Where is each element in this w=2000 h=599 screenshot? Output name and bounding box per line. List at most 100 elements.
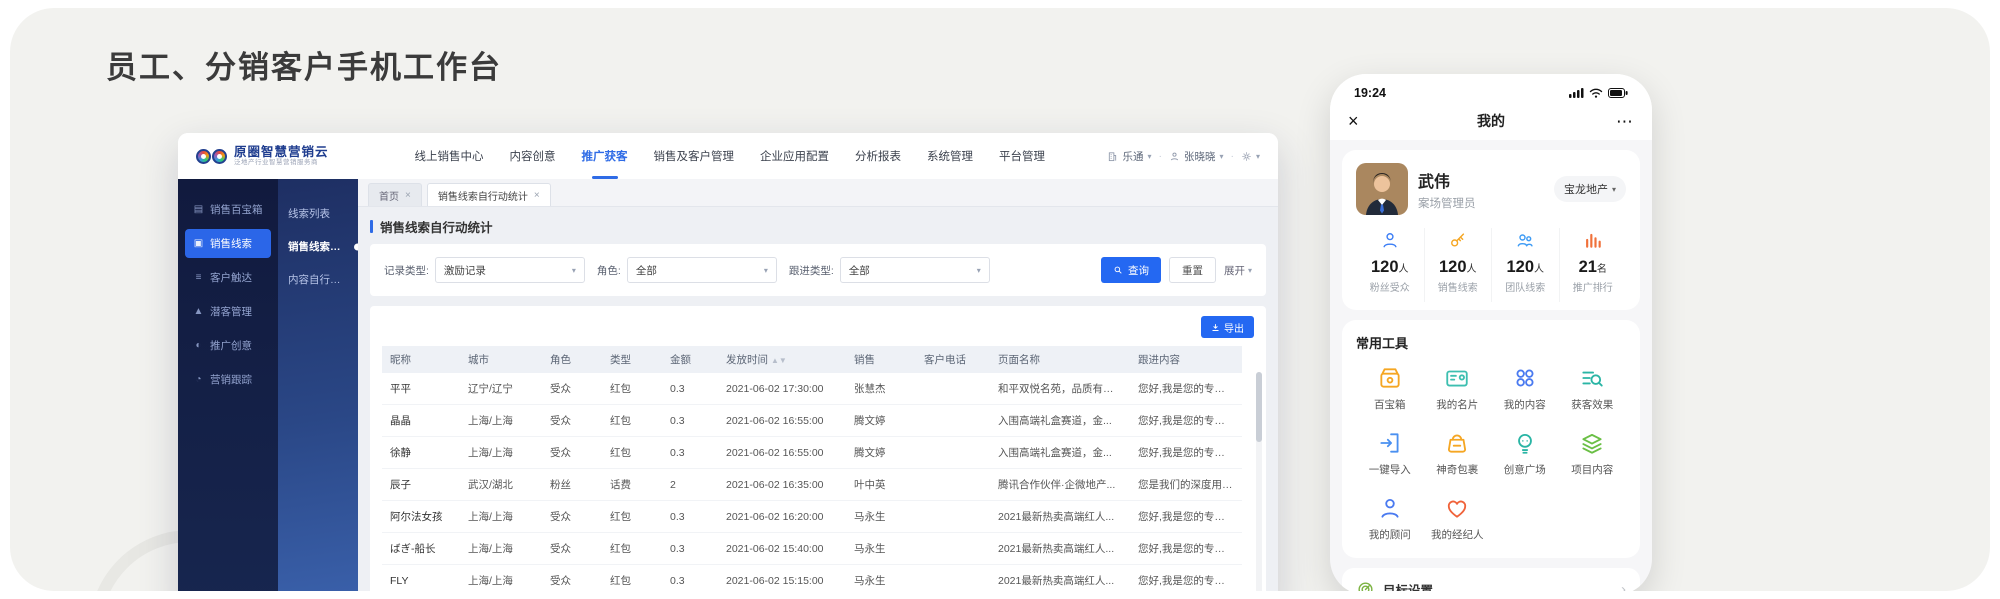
column-header[interactable]: 客户电话 <box>916 346 990 373</box>
table-row[interactable]: 徐静上海/上海受众红包0.32021-06-02 16:55:00腾文婷入围高端… <box>382 437 1242 469</box>
main-menu-item[interactable]: 销售及客户管理 <box>654 148 735 164</box>
more-menu-icon[interactable]: ⋯ <box>1616 113 1634 130</box>
sidebar-item[interactable]: ◐推广创意 <box>185 331 271 360</box>
goal-setting-row[interactable]: 目标设置 › <box>1342 568 1640 591</box>
column-header[interactable]: 金额 <box>662 346 718 373</box>
main-menu-item[interactable]: 平台管理 <box>999 148 1045 164</box>
table-row[interactable]: 阿尔法女孩上海/上海受众红包0.32021-06-02 16:20:00马永生2… <box>382 501 1242 533</box>
sidebar-item[interactable]: ▲潜客管理 <box>185 297 271 326</box>
stat-unit: 名 <box>1597 264 1607 275</box>
table-scrollbar[interactable] <box>1256 372 1262 591</box>
column-header[interactable]: 跟进内容 <box>1130 346 1242 373</box>
scrollbar-thumb[interactable] <box>1256 372 1262 442</box>
company-switcher[interactable]: 乐通▾ <box>1107 149 1151 164</box>
column-header[interactable]: 销售 <box>846 346 916 373</box>
table-row[interactable]: 辰子武汉/湖北粉丝话费22021-06-02 16:35:00叶中英腾讯合作伙伴… <box>382 469 1242 501</box>
main-menu-item[interactable]: 线上销售中心 <box>415 148 484 164</box>
column-header[interactable]: 发放时间▲▼ <box>718 346 846 373</box>
table-cell: 粉丝 <box>542 469 602 501</box>
sidebar-item-label: 销售线索 <box>210 236 252 251</box>
tool-item[interactable]: 我的经纪人 <box>1424 495 1492 542</box>
tab-label: 销售线索自行动统计 <box>438 188 528 203</box>
table-cell: 受众 <box>542 565 602 592</box>
main-menu-item[interactable]: 企业应用配置 <box>760 148 829 164</box>
settings-menu[interactable]: ▾ <box>1241 151 1260 162</box>
column-header[interactable]: 角色 <box>542 346 602 373</box>
filter-select[interactable]: 全部▾ <box>840 257 990 283</box>
main-menu-item[interactable]: 内容创意 <box>510 148 556 164</box>
table-cell <box>916 533 990 565</box>
tool-item[interactable]: 百宝箱 <box>1356 365 1424 412</box>
submenu-item[interactable]: 线索列表 <box>278 197 358 230</box>
sidebar-primary: ▤销售百宝箱 ▣销售线索 ≡客户触达 ▲潜客管理 ◐推广创意 ◔营销跟踪 <box>178 179 278 591</box>
open-tab[interactable]: 首页× <box>368 183 422 206</box>
org-selector[interactable]: 宝龙地产▾ <box>1554 176 1626 202</box>
export-button[interactable]: 导出 <box>1201 316 1254 338</box>
column-header[interactable]: 昵称 <box>382 346 460 373</box>
stat-label: 销售线索 <box>1425 279 1492 294</box>
building-icon <box>1107 151 1118 162</box>
stat-item[interactable]: 120人销售线索 <box>1424 228 1492 302</box>
tool-item[interactable]: 项目内容 <box>1559 430 1627 477</box>
stat-item[interactable]: 120人粉丝受众 <box>1356 228 1424 302</box>
stat-item[interactable]: 120人团队线索 <box>1491 228 1559 302</box>
table-cell: 马永生 <box>846 533 916 565</box>
tool-item[interactable]: 我的内容 <box>1491 365 1559 412</box>
main-menu-item[interactable]: 系统管理 <box>927 148 973 164</box>
table-row[interactable]: 平平辽宁/辽宁受众红包0.32021-06-02 17:30:00张慧杰和平双悦… <box>382 373 1242 405</box>
sidebar-item-label: 客户触达 <box>210 270 252 285</box>
table-row[interactable]: 晶晶上海/上海受众红包0.32021-06-02 16:55:00腾文婷入围高端… <box>382 405 1242 437</box>
sidebar-item[interactable]: ◔营销跟踪 <box>185 365 271 394</box>
group-icon <box>1515 230 1535 250</box>
tool-item[interactable]: 我的顾问 <box>1356 495 1424 542</box>
table-cell: 受众 <box>542 533 602 565</box>
filter-select[interactable]: 全部▾ <box>627 257 777 283</box>
sidebar-item[interactable]: ▣销售线索 <box>185 229 271 258</box>
chevron-right-icon: › <box>1621 581 1626 591</box>
sidebar-item-label: 推广创意 <box>210 338 252 353</box>
sort-icon[interactable]: ▲▼ <box>771 356 787 365</box>
tool-item[interactable]: 一键导入 <box>1356 430 1424 477</box>
tool-label: 一键导入 <box>1369 462 1411 477</box>
tool-item[interactable]: 我的名片 <box>1424 365 1492 412</box>
tab-close-icon[interactable]: × <box>405 190 411 201</box>
sidebar-item[interactable]: ▤销售百宝箱 <box>185 195 271 224</box>
open-tabs-bar: 首页× 销售线索自行动统计 × <box>358 179 1278 207</box>
filter-value: 全部 <box>636 263 657 278</box>
tab-close-icon[interactable]: × <box>534 190 540 201</box>
table-cell: 上海/上海 <box>460 533 542 565</box>
download-icon <box>1211 323 1220 332</box>
table-row[interactable]: FLY上海/上海受众红包0.32021-06-02 15:15:00马永生202… <box>382 565 1242 592</box>
sidebar-item[interactable]: ≡客户触达 <box>185 263 271 292</box>
tool-item[interactable]: 创意广场 <box>1491 430 1559 477</box>
reset-button[interactable]: 重置 <box>1169 257 1216 283</box>
table-cell: 红包 <box>602 533 662 565</box>
submenu-item[interactable]: 销售线索自... <box>278 230 358 263</box>
main-menu-item[interactable]: 分析报表 <box>855 148 901 164</box>
column-header[interactable]: 类型 <box>602 346 662 373</box>
table-cell: 您是我们的深度用户，为了感谢您... <box>1130 469 1242 501</box>
main-menu-item[interactable]: 推广获客 <box>582 148 628 164</box>
table-cell: 您好,我是您的专属顾问张慧杰,有... <box>1130 373 1242 405</box>
tool-label: 获客效果 <box>1571 397 1613 412</box>
person-icon <box>1169 151 1180 162</box>
filter-select[interactable]: 激励记录▾ <box>435 257 585 283</box>
tool-item[interactable]: 神奇包裹 <box>1424 430 1492 477</box>
close-icon[interactable]: × <box>1348 112 1359 130</box>
table-cell: 红包 <box>602 501 662 533</box>
column-header[interactable]: 城市 <box>460 346 542 373</box>
table-cell: 您好,我是您的专属顾问腾文婷,有... <box>1130 405 1242 437</box>
stat-item[interactable]: 21名推广排行 <box>1559 228 1627 302</box>
table-row[interactable]: ばぎ-船长上海/上海受众红包0.32021-06-02 15:40:00马永生2… <box>382 533 1242 565</box>
brand-logo: 原圈智慧营销云 泛地产行业智慧营销服务商 <box>196 145 329 167</box>
sidebar-item-icon: ▤ <box>193 204 204 215</box>
search-button[interactable]: 查询 <box>1101 257 1161 283</box>
hero-card: 员工、分销客户手机工作台 原圈智慧营销云 泛地产行业智慧营销服务商 线上销售中心… <box>10 8 1990 591</box>
user-menu[interactable]: 张晓晓▾ <box>1169 149 1224 164</box>
doorArrow-icon <box>1377 430 1403 456</box>
column-header[interactable]: 页面名称 <box>990 346 1130 373</box>
submenu-item[interactable]: 内容自行动... <box>278 263 358 296</box>
open-tab[interactable]: 销售线索自行动统计 × <box>427 183 551 206</box>
tool-item[interactable]: 获客效果 <box>1559 365 1627 412</box>
expand-filters-link[interactable]: 展开▾ <box>1224 263 1252 278</box>
